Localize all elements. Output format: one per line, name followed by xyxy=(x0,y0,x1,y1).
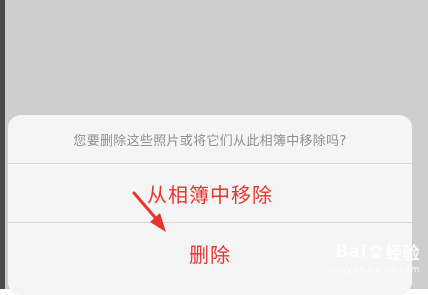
watermark-url: jingyan.baidu.com xyxy=(328,265,420,275)
remove-from-album-button[interactable]: 从相簿中移除 xyxy=(8,164,412,223)
watermark-logo-left: Bai xyxy=(335,241,367,262)
left-edge-strip xyxy=(0,0,5,289)
paw-icon xyxy=(370,244,382,258)
action-sheet-message: 您要删除这些照片或将它们从此相簿中移除吗? xyxy=(8,115,412,164)
watermark-logo-right: 经验 xyxy=(385,244,420,264)
watermark-logo: Bai 经验 xyxy=(328,239,420,265)
baidu-jingyan-watermark: Bai 经验 jingyan.baidu.com xyxy=(328,239,420,276)
